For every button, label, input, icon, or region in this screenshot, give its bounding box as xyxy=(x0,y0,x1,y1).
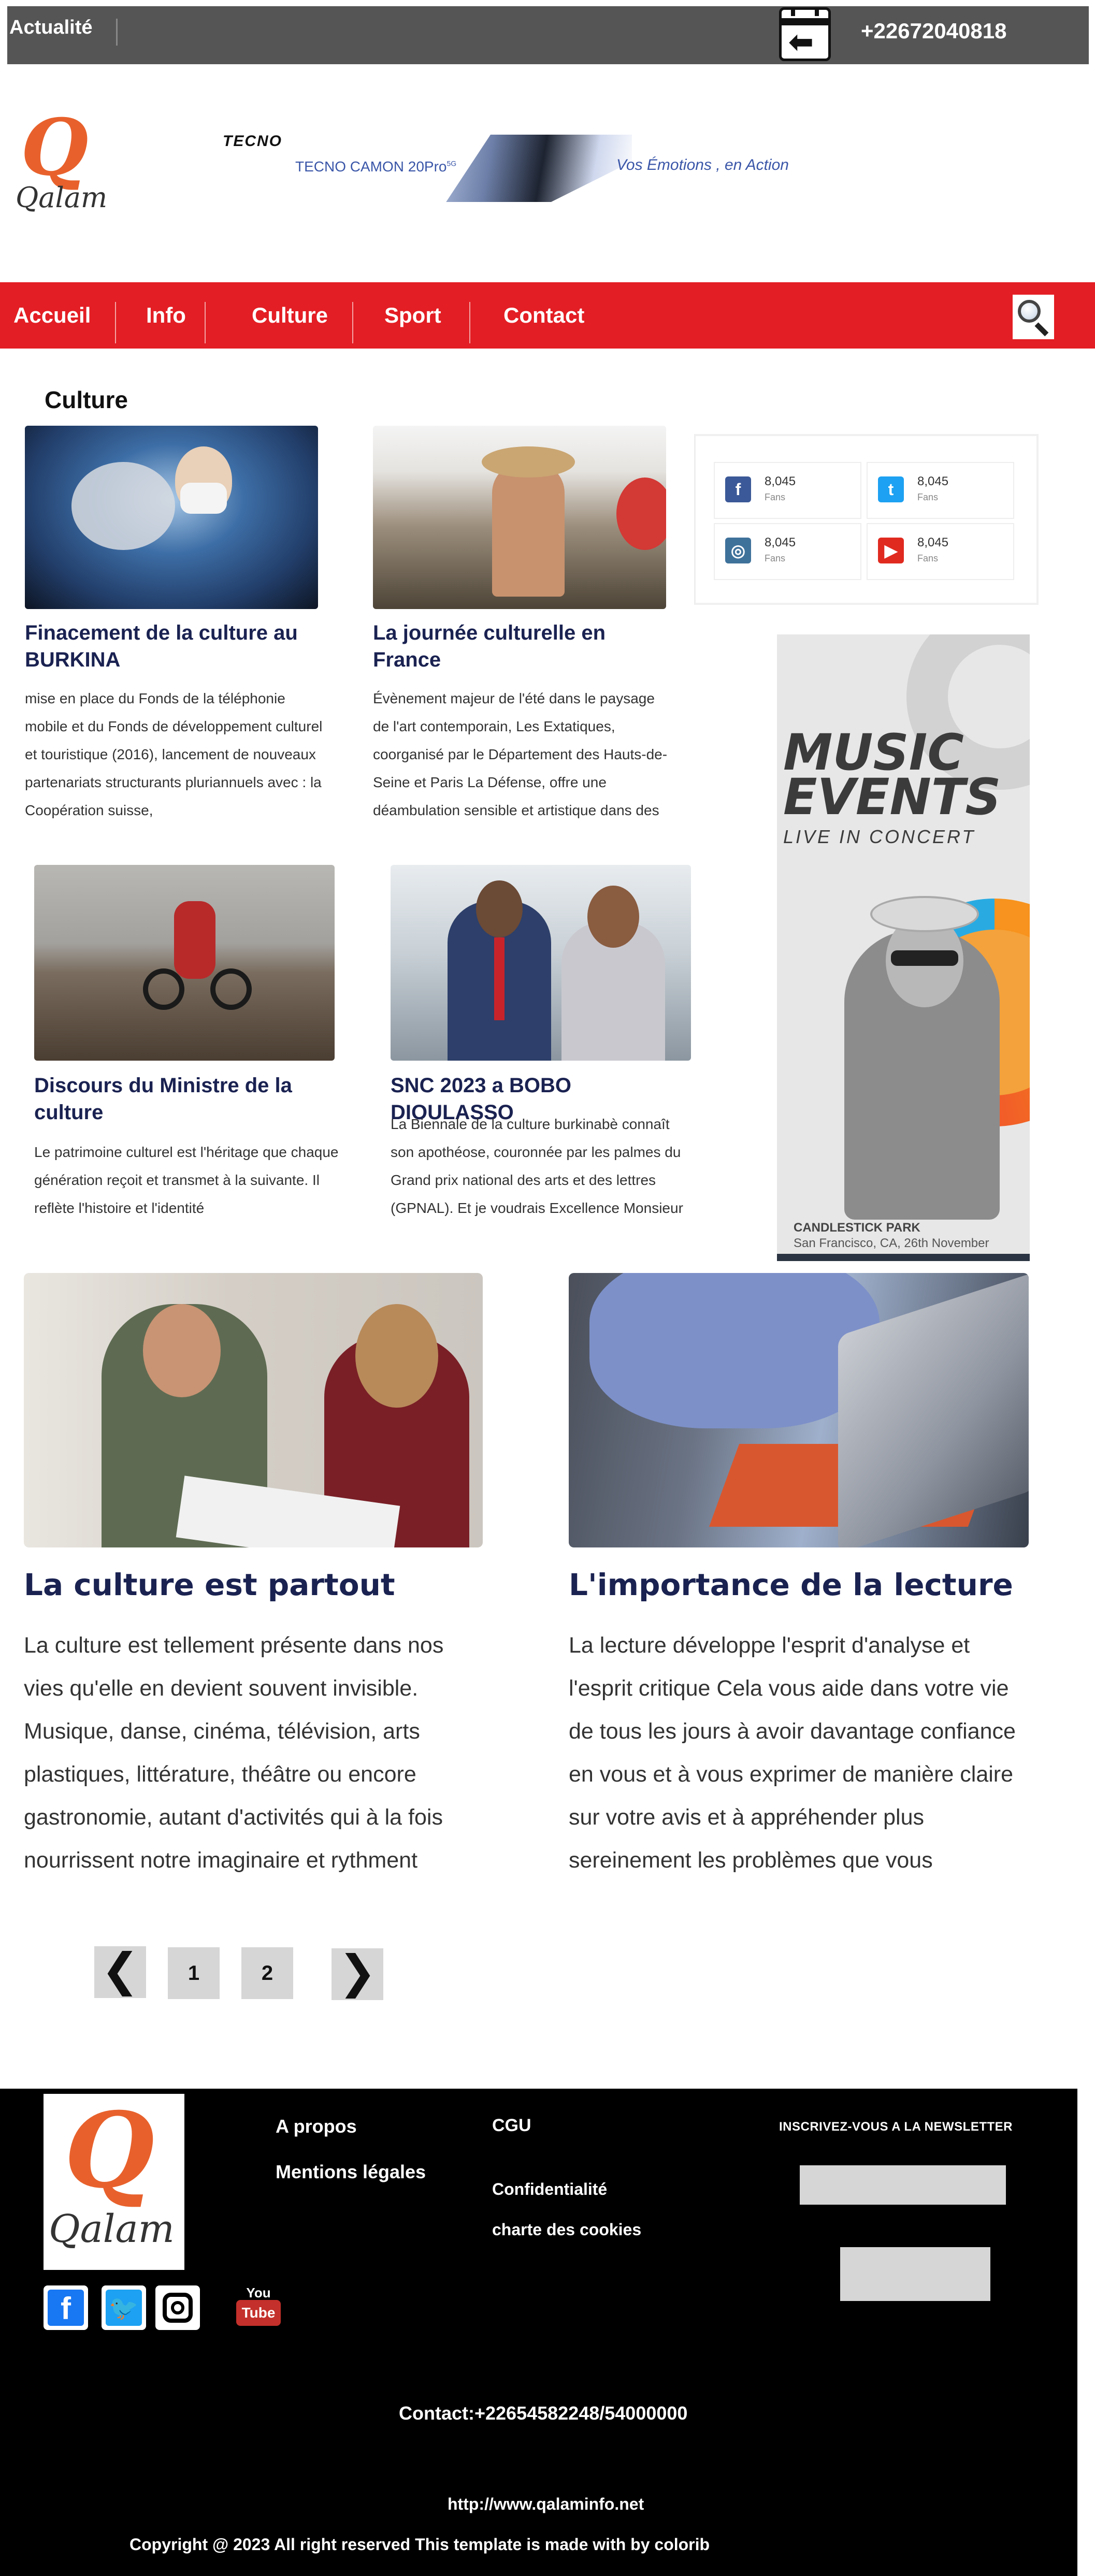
news-ticker-label[interactable]: Actualité xyxy=(9,17,92,39)
featured-image-culture[interactable] xyxy=(24,1273,483,1547)
nav-item-contact[interactable]: Contact xyxy=(503,282,584,349)
pagination-prev-icon[interactable]: ❮ xyxy=(94,1946,146,1998)
featured-title[interactable]: L'importance de la lecture xyxy=(569,1567,1013,1602)
top-bar: Actualité ⬅ +22672040818 xyxy=(7,6,1089,64)
calendar-back-icon[interactable]: ⬅ xyxy=(779,7,831,61)
newsletter-title: INSCRIVEZ-VOUS A LA NEWSLETTER xyxy=(779,2120,1013,2134)
divider xyxy=(116,19,118,46)
youtube-icon: ▶ xyxy=(878,538,904,563)
social-counter-widget: f 8,045 Fans t 8,045 Fans ◎ 8,045 Fans ▶… xyxy=(694,434,1039,605)
article-excerpt: La Biennale de la culture burkinabè conn… xyxy=(391,1116,683,1216)
newsletter-email-input[interactable] xyxy=(800,2165,1006,2205)
logo-text: Qalam xyxy=(49,2207,175,2251)
footer-link-apropos[interactable]: A propos xyxy=(276,2116,357,2137)
ad-brand: TECNO xyxy=(223,133,282,150)
site-logo[interactable]: Q Qalam xyxy=(16,102,108,218)
social-label: Fans xyxy=(917,492,939,502)
newsletter-submit-button[interactable] xyxy=(840,2247,990,2301)
ad-headline: EVENTS xyxy=(783,768,1001,826)
social-count: 8,045 xyxy=(917,536,949,549)
nav-item-info[interactable]: Info xyxy=(146,282,186,349)
article-excerpt: Évènement majeur de l'été dans le paysag… xyxy=(373,690,668,818)
music-events-ad[interactable]: MUSIC EVENTS LIVE IN CONCERT CANDLESTICK… xyxy=(777,634,1030,1261)
twitter-icon: t xyxy=(878,476,904,502)
youtube-icon[interactable]: You Tube xyxy=(236,2285,281,2330)
main-nav: Accueil Info Culture Sport Contact xyxy=(0,282,1095,349)
article-image-discours[interactable] xyxy=(34,865,335,1061)
pagination-page-2[interactable]: 2 xyxy=(241,1947,293,1999)
social-card-instagram[interactable]: ◎ 8,045 Fans xyxy=(714,523,861,580)
article-excerpt: mise en place du Fonds de la téléphonie … xyxy=(25,690,323,818)
nav-item-culture[interactable]: Culture xyxy=(252,282,328,349)
phone-number: +22672040818 xyxy=(861,19,1007,43)
section-title: Culture xyxy=(45,386,128,413)
article-title[interactable]: Discours du Ministre de la culture xyxy=(34,1072,335,1126)
ad-slogan: Vos Émotions , en Action xyxy=(616,156,789,173)
social-card-twitter[interactable]: t 8,045 Fans xyxy=(867,462,1014,519)
ad-subtitle: LIVE IN CONCERT xyxy=(783,826,976,847)
footer-link-mentions[interactable]: Mentions légales xyxy=(276,2161,426,2183)
facebook-icon: f xyxy=(725,476,751,502)
featured-excerpt: La lecture développe l'esprit d'analyse … xyxy=(569,1633,1016,1873)
article-title[interactable]: Finacement de la culture au BURKINA xyxy=(25,619,325,673)
search-icon[interactable] xyxy=(1013,295,1054,339)
pagination-next-icon[interactable]: ❯ xyxy=(332,1948,383,2000)
nav-item-sport[interactable]: Sport xyxy=(384,282,441,349)
article-image-financement[interactable] xyxy=(25,426,318,609)
social-label: Fans xyxy=(917,553,939,563)
footer-link-cookies[interactable]: charte des cookies xyxy=(492,2220,641,2239)
social-card-youtube[interactable]: ▶ 8,045 Fans xyxy=(867,523,1014,580)
footer-copyright: Copyright @ 2023 All right reserved This… xyxy=(129,2535,710,2554)
article-image-snc[interactable] xyxy=(391,865,691,1061)
twitter-icon[interactable]: 🐦 xyxy=(102,2285,146,2330)
social-card-facebook[interactable]: f 8,045 Fans xyxy=(714,462,861,519)
footer-website-link[interactable]: http://www.qalaminfo.net xyxy=(448,2495,644,2514)
site-footer: Q Qalam A propos Mentions légales CGU Co… xyxy=(0,2089,1077,2576)
logo-letter: Q xyxy=(64,2090,155,2211)
social-label: Fans xyxy=(765,492,786,502)
featured-excerpt: La culture est tellement présente dans n… xyxy=(24,1633,444,1873)
instagram-icon: ◎ xyxy=(725,538,751,563)
article-title[interactable]: La journée culturelle en France xyxy=(373,619,663,673)
social-count: 8,045 xyxy=(765,474,796,488)
ad-model: TECNO CAMON 20Pro5G xyxy=(295,158,457,175)
footer-link-cgu[interactable]: CGU xyxy=(492,2116,531,2136)
featured-title[interactable]: La culture est partout xyxy=(24,1567,395,1602)
pagination-page-1[interactable]: 1 xyxy=(168,1947,220,1999)
social-count: 8,045 xyxy=(765,536,796,549)
social-count: 8,045 xyxy=(917,474,949,488)
footer-logo[interactable]: Q Qalam xyxy=(44,2094,184,2270)
footer-contact: Contact:+22654582248/54000000 xyxy=(399,2403,688,2424)
featured-image-lecture[interactable] xyxy=(569,1273,1029,1547)
facebook-icon[interactable]: f xyxy=(44,2285,88,2330)
footer-link-confidentialite[interactable]: Confidentialité xyxy=(492,2180,607,2199)
ad-phone-image xyxy=(446,135,632,202)
logo-letter: Q xyxy=(21,102,89,193)
ad-location: San Francisco, CA, 26th November xyxy=(794,1236,989,1250)
article-image-journee[interactable] xyxy=(373,426,666,609)
logo-text: Qalam xyxy=(16,181,108,214)
nav-item-accueil[interactable]: Accueil xyxy=(13,282,91,349)
social-label: Fans xyxy=(765,553,786,563)
instagram-icon[interactable] xyxy=(155,2285,200,2330)
header-ad-banner[interactable]: TECNO TECNO CAMON 20Pro5G Vos Émotions ,… xyxy=(218,129,813,207)
ad-venue: CANDLESTICK PARK xyxy=(794,1221,920,1235)
article-excerpt: Le patrimoine culturel est l'héritage qu… xyxy=(34,1144,339,1216)
